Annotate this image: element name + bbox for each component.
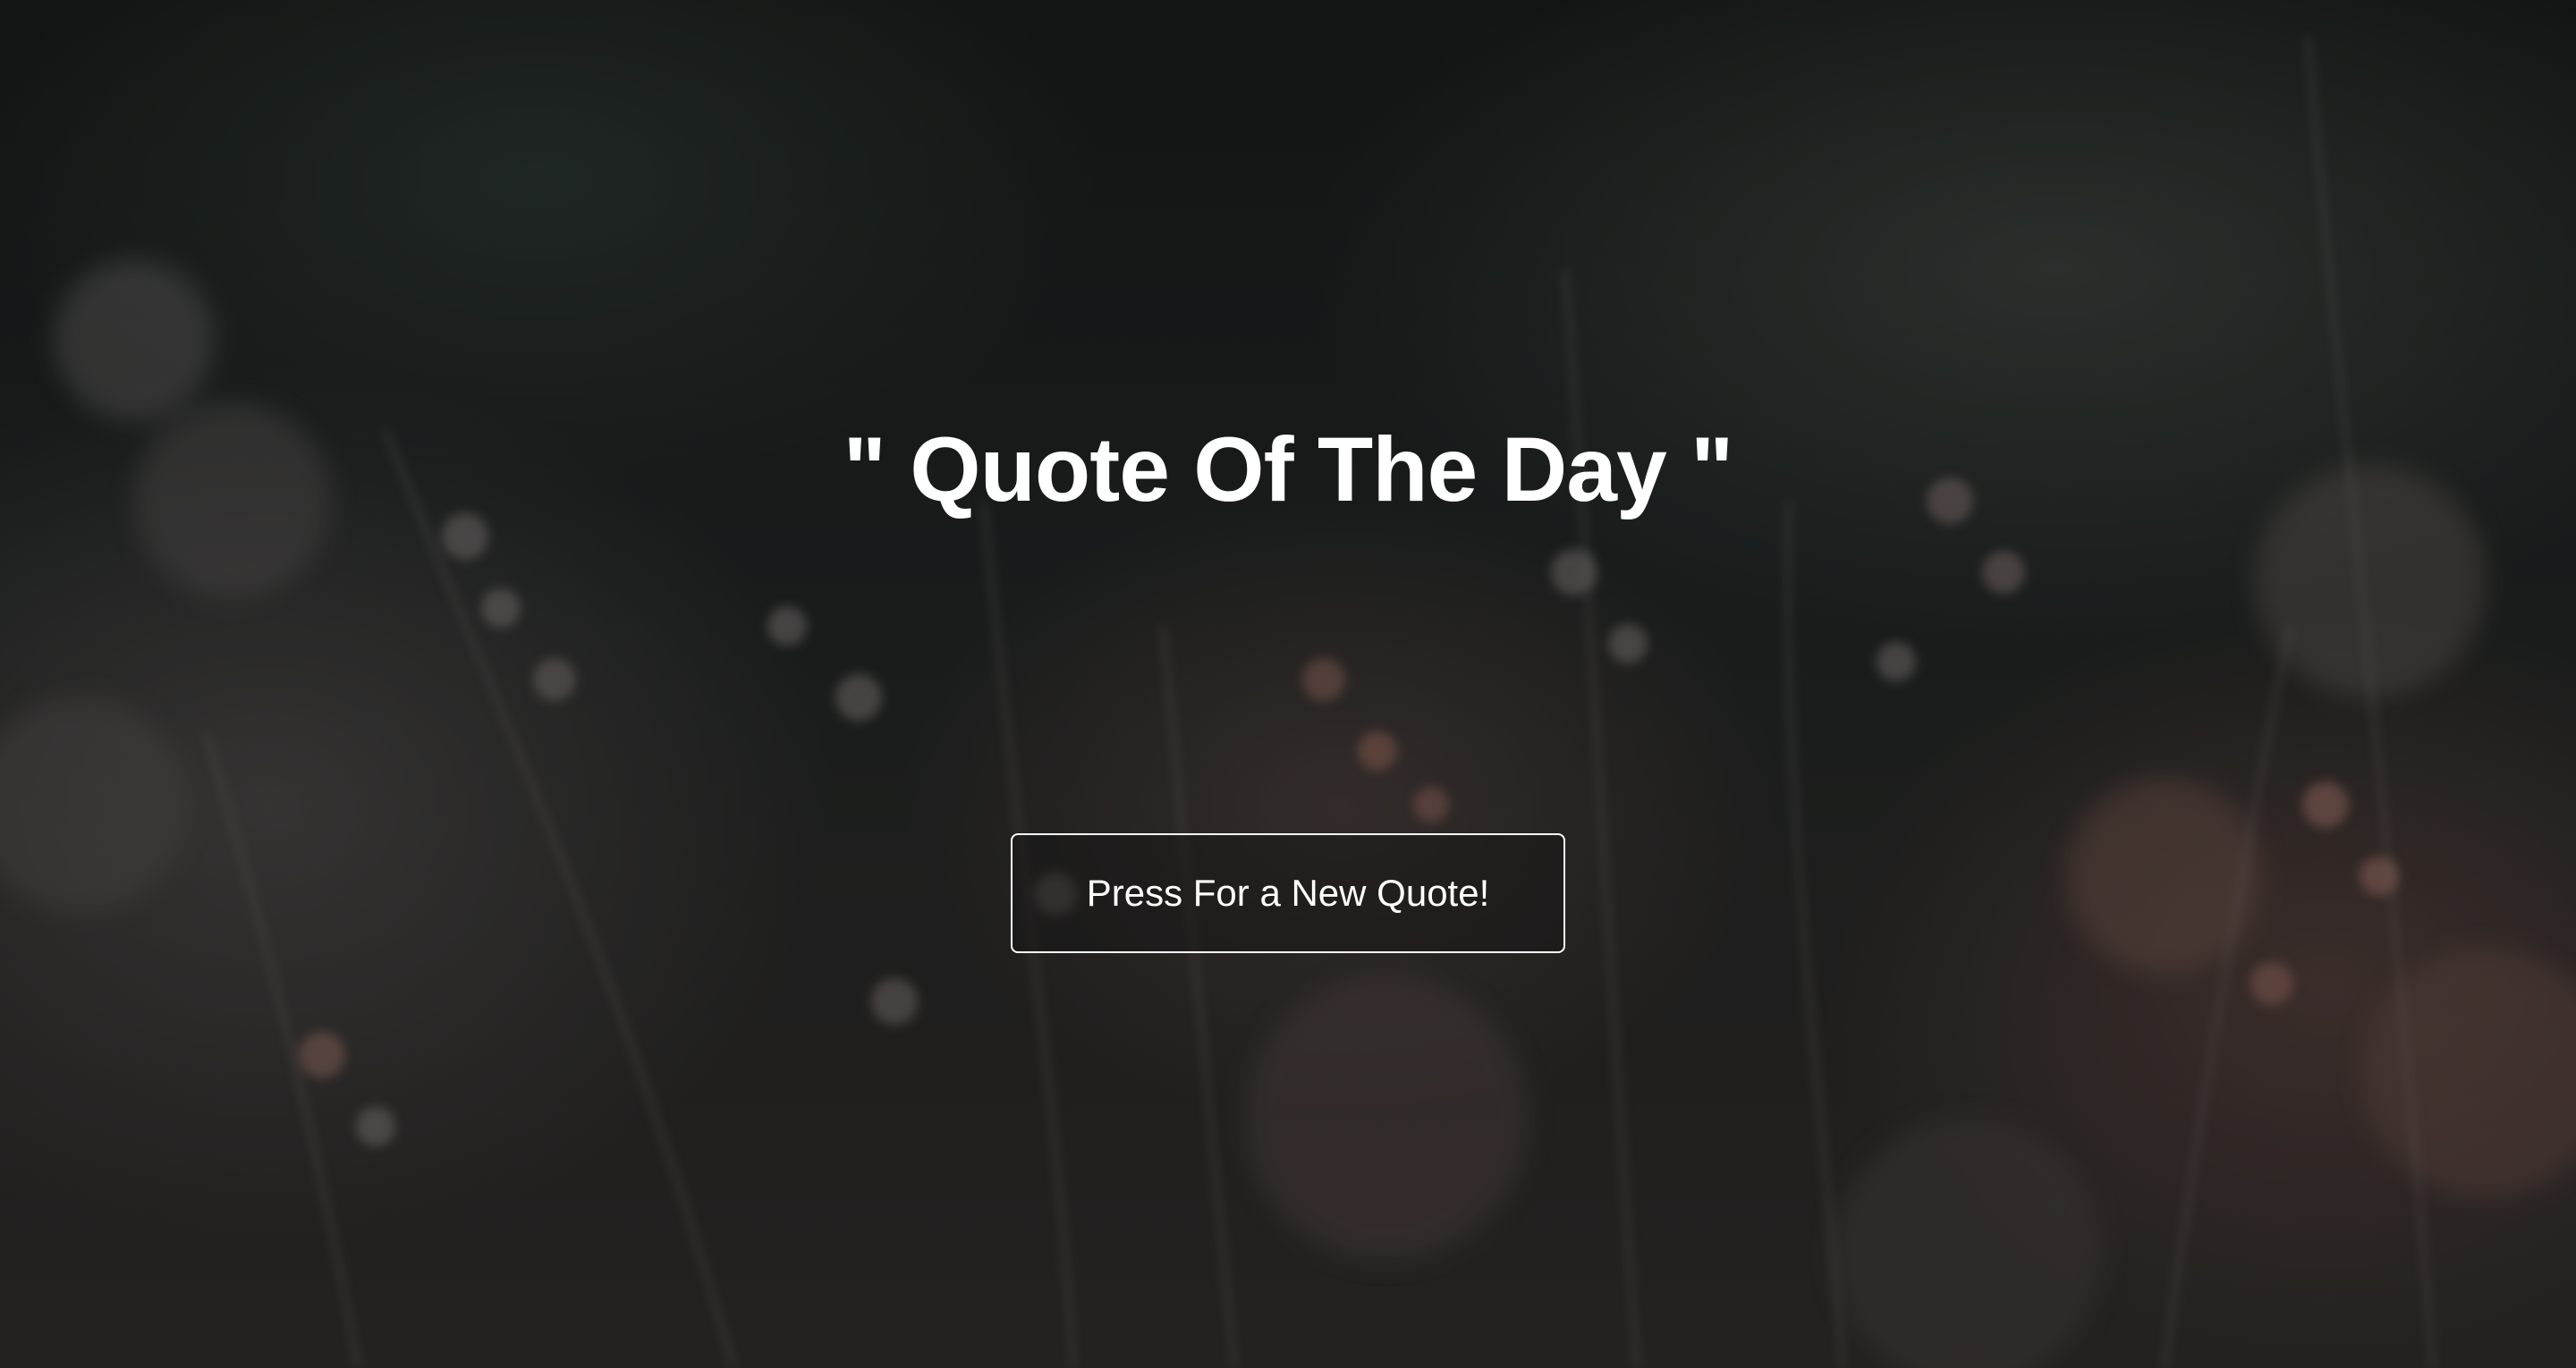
quote-title: " Quote Of The Day " [843, 418, 1734, 520]
quote-page: " Quote Of The Day " Press For a New Quo… [0, 0, 2576, 1368]
new-quote-button[interactable]: Press For a New Quote! [1011, 833, 1565, 953]
quote-content: " Quote Of The Day " Press For a New Quo… [0, 0, 2576, 1368]
